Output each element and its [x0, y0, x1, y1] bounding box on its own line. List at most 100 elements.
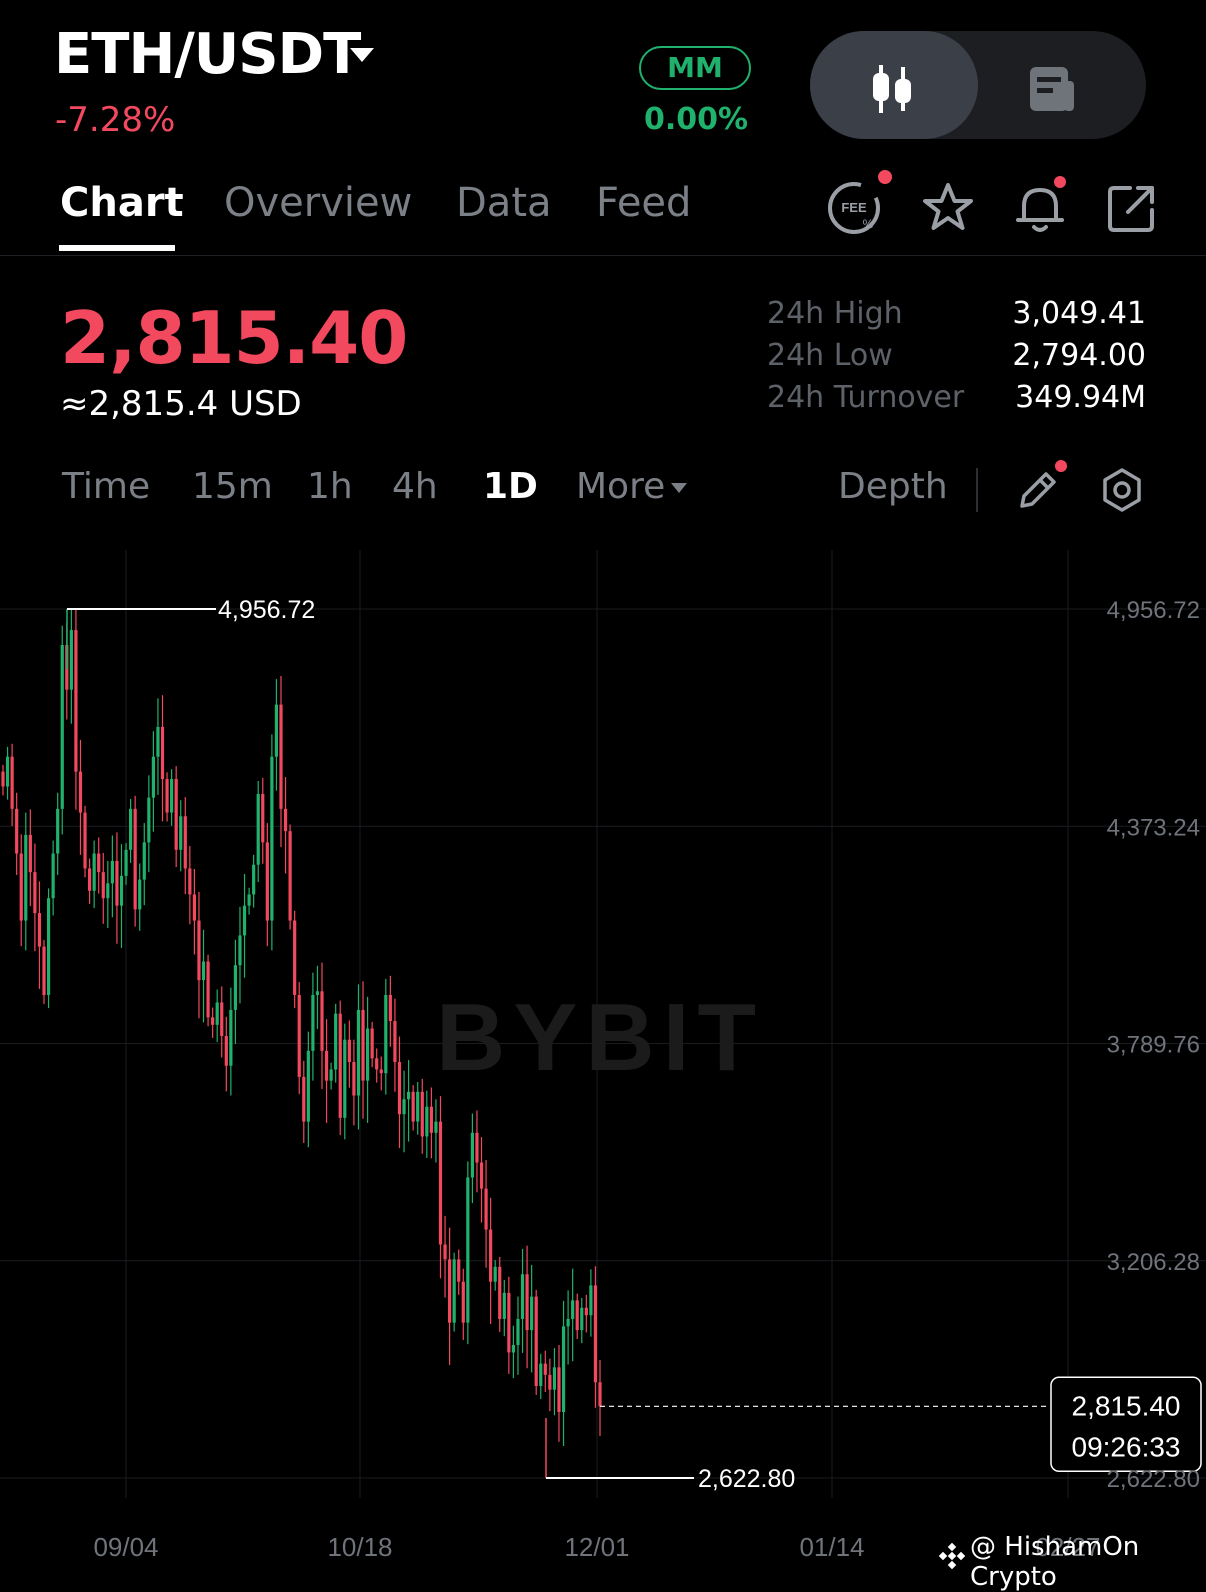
candle-body — [397, 1062, 402, 1115]
tab-data[interactable]: Data — [456, 180, 552, 226]
candle-body — [561, 1326, 566, 1413]
candle-body — [320, 991, 324, 1051]
y-tick-label: 4,956.72 — [1107, 597, 1200, 624]
candle-body — [311, 995, 315, 1051]
candle-body — [233, 965, 238, 1010]
settings-icon[interactable] — [1098, 466, 1146, 514]
high-marker-label: 4,956.72 — [218, 596, 315, 624]
candle-body — [220, 1002, 224, 1036]
candle-body — [461, 1281, 465, 1323]
mm-value: 0.00% — [643, 102, 749, 137]
x-tick-label: 12/01 — [564, 1532, 629, 1562]
pencil-icon[interactable] — [1014, 466, 1062, 514]
x-tick-label: 10/18 — [327, 1532, 392, 1562]
candle-body — [580, 1307, 584, 1331]
candle-body — [197, 920, 201, 981]
candle-body — [370, 1028, 374, 1059]
candle-body — [502, 1292, 506, 1319]
low-marker-label: 2,622.80 — [698, 1465, 795, 1493]
last-price-label: 2,815.40 — [1072, 1390, 1181, 1421]
candle-body — [129, 808, 133, 850]
candle-body — [543, 1363, 547, 1375]
chart-watermark: BYBIT — [436, 984, 764, 1091]
candle-body — [10, 756, 14, 809]
candle-body — [69, 630, 73, 690]
candle-body — [297, 995, 301, 1077]
more-caret-icon[interactable] — [670, 482, 688, 494]
candle-body — [466, 1177, 470, 1323]
candle-body — [420, 1091, 424, 1137]
candle-body — [242, 905, 247, 936]
candle-body — [329, 1069, 333, 1081]
interval-1h[interactable]: 1h — [307, 466, 353, 507]
candle-body — [393, 1021, 397, 1063]
candle-body — [270, 756, 274, 921]
mm-badge[interactable]: MM — [639, 46, 751, 90]
share-icon[interactable] — [1104, 180, 1160, 236]
candle-body — [484, 1188, 488, 1230]
interval-4h[interactable]: 4h — [392, 466, 438, 507]
bell-icon[interactable] — [1012, 180, 1068, 236]
candle-body — [406, 1091, 411, 1100]
candle-body — [37, 913, 42, 947]
candle-body — [224, 1035, 228, 1066]
header-divider — [0, 255, 1206, 256]
pencil-notification-dot — [1055, 460, 1067, 472]
pair-dropdown-caret-icon[interactable] — [350, 48, 374, 62]
candle-body — [498, 1266, 502, 1319]
candle-body — [279, 704, 283, 809]
candle-body — [142, 842, 146, 880]
candle-body — [525, 1274, 529, 1331]
pair-symbol[interactable]: ETH/USDT — [54, 22, 361, 87]
interval-time[interactable]: Time — [62, 466, 150, 507]
candle-body — [324, 1050, 329, 1081]
depth-button[interactable]: Depth — [838, 466, 948, 507]
stat-label-turnover: 24h Turnover — [767, 380, 965, 415]
candle-body — [179, 816, 183, 850]
star-icon[interactable] — [920, 180, 976, 236]
candle-body — [138, 879, 142, 910]
last-price: 2,815.40 — [60, 296, 408, 380]
candle-body — [106, 883, 110, 899]
stat-value-turnover: 349.94M — [1015, 380, 1146, 415]
interval-15m[interactable]: 15m — [192, 466, 273, 507]
price-chart[interactable]: BYBIT 4,956.72 2,622.80 2,815.40 09:26:33 4… — [0, 550, 1206, 1586]
candle-body — [589, 1285, 593, 1316]
candle-body — [288, 831, 292, 921]
tab-chart[interactable]: Chart — [60, 180, 184, 226]
candle-body — [51, 853, 55, 899]
candle-body — [425, 1106, 429, 1137]
news-view-icon[interactable] — [1024, 61, 1080, 117]
candle-body — [479, 1162, 484, 1189]
candlestick-view-icon[interactable] — [864, 61, 920, 117]
candle-body — [598, 1382, 602, 1407]
interval-1d[interactable]: 1D — [483, 466, 538, 507]
tab-feed[interactable]: Feed — [596, 180, 691, 226]
x-tick-label: 09/04 — [93, 1532, 158, 1562]
candle-body — [416, 1091, 420, 1122]
svg-text:FEE: FEE — [841, 200, 867, 215]
y-axis: 4,956.72 4,373.24 3,789.76 3,206.28 2,622.80 — [1107, 597, 1200, 1493]
candle-body — [457, 1259, 461, 1282]
stat-label-high: 24h High — [767, 296, 903, 331]
candle-body — [443, 1244, 447, 1260]
tab-overview[interactable]: Overview — [224, 180, 412, 226]
candle-body — [539, 1363, 543, 1386]
candle-body — [365, 1028, 370, 1081]
interval-separator — [976, 468, 978, 512]
candle-body — [87, 868, 92, 891]
candle-body — [19, 853, 23, 921]
interval-more[interactable]: More — [576, 466, 665, 507]
view-toggle[interactable] — [810, 31, 1146, 139]
candle-body — [247, 894, 251, 906]
candle-body — [575, 1300, 579, 1331]
candle-body — [507, 1292, 511, 1353]
candle-body — [571, 1300, 575, 1319]
candle-body — [261, 793, 265, 843]
candle-body — [520, 1274, 525, 1319]
candle-body — [552, 1367, 557, 1390]
binance-logo-icon — [938, 1542, 966, 1570]
candle-body — [211, 1017, 215, 1025]
fee-icon[interactable]: FEE % — [826, 180, 882, 236]
stat-value-high: 3,049.41 — [1012, 296, 1146, 331]
